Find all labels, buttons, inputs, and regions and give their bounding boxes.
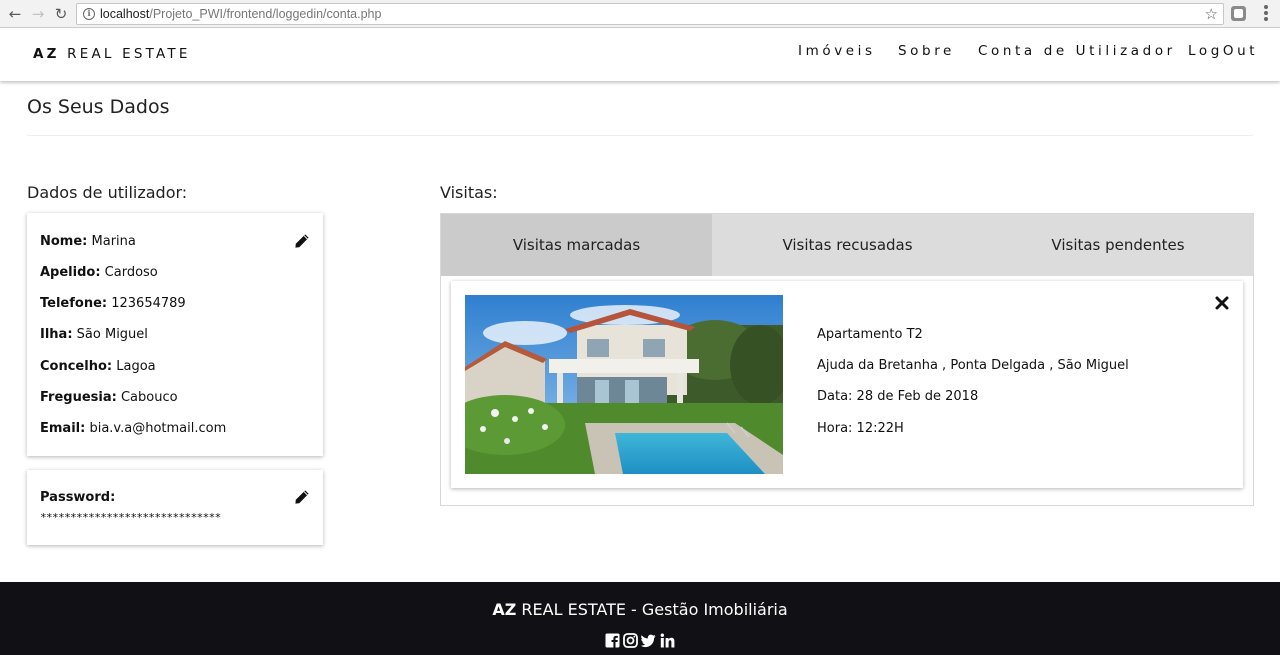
page-title: Os Seus Dados	[27, 96, 170, 118]
extension-icon[interactable]	[1231, 6, 1246, 21]
back-icon[interactable]: ←	[5, 4, 25, 24]
nav-link-logout[interactable]: LogOut	[1188, 43, 1258, 59]
visit-location: Ajuda da Bretanha , Ponta Delgada , São …	[817, 358, 1129, 373]
facebook-icon[interactable]	[605, 633, 620, 648]
password-label: Password:	[40, 490, 116, 505]
visit-title: Apartamento T2	[817, 327, 923, 342]
address-bar[interactable]: i localhost/Projeto_PWI/frontend/loggedi…	[76, 3, 1224, 25]
tab-visitas-recusadas[interactable]: Visitas recusadas	[712, 214, 983, 276]
brand-logo[interactable]: AZ REAL ESTATE	[33, 46, 191, 62]
nav-link-conta[interactable]: Conta de Utilizador	[978, 43, 1176, 59]
edit-pencil-icon[interactable]	[294, 233, 310, 249]
edit-password-pencil-icon[interactable]	[294, 489, 310, 505]
tab-visitas-marcadas[interactable]: Visitas marcadas	[441, 214, 712, 276]
info-icon[interactable]: i	[83, 8, 95, 20]
visits-panel: Visitas marcadas Visitas recusadas Visit…	[440, 213, 1254, 506]
password-card: Password: ******************************	[27, 470, 323, 545]
site-navbar: AZ REAL ESTATE Imóveis Sobre Conta de Ut…	[0, 29, 1280, 81]
field-freguesia: Freguesia: Cabouco	[40, 390, 178, 405]
close-icon[interactable]	[1214, 295, 1230, 311]
field-email: Email: bia.v.a@hotmail.com	[40, 421, 227, 436]
visits-section-heading: Visitas:	[440, 183, 498, 202]
password-value: ******************************	[40, 511, 221, 524]
browser-toolbar: ← → ↻ i localhost/Projeto_PWI/frontend/l…	[0, 0, 1280, 28]
instagram-icon[interactable]	[623, 633, 638, 648]
visit-card: Apartamento T2 Ajuda da Bretanha , Ponta…	[451, 281, 1243, 488]
field-concelho: Concelho: Lagoa	[40, 359, 156, 374]
field-apelido: Apelido: Cardoso	[40, 265, 158, 280]
field-ilha: Ilha: São Miguel	[40, 327, 148, 342]
property-photo[interactable]	[465, 295, 783, 474]
linkedin-icon[interactable]	[660, 633, 675, 648]
field-telefone: Telefone: 123654789	[40, 296, 186, 311]
nav-link-imoveis[interactable]: Imóveis	[798, 43, 876, 59]
nav-link-sobre[interactable]: Sobre	[898, 43, 955, 59]
menu-icon[interactable]	[1259, 5, 1273, 23]
star-icon[interactable]: ☆	[1205, 5, 1218, 23]
tab-visitas-pendentes[interactable]: Visitas pendentes	[983, 214, 1253, 276]
user-section-heading: Dados de utilizador:	[27, 183, 188, 202]
reload-icon[interactable]: ↻	[51, 4, 71, 24]
field-nome: Nome: Marina	[40, 234, 136, 249]
user-data-card: Nome: Marina Apelido: Cardoso Telefone: …	[27, 213, 323, 456]
url-text[interactable]: localhost/Projeto_PWI/frontend/loggedin/…	[100, 7, 381, 21]
title-divider	[27, 135, 1253, 136]
footer: AZ REAL ESTATE - Gestão Imobiliária	[0, 582, 1280, 655]
visit-time: Hora: 12:22H	[817, 421, 904, 436]
forward-icon[interactable]: →	[28, 4, 48, 24]
twitter-icon[interactable]	[641, 633, 656, 648]
visit-date: Data: 28 de Feb de 2018	[817, 389, 979, 404]
footer-brand: AZ REAL ESTATE - Gestão Imobiliária	[492, 600, 788, 619]
